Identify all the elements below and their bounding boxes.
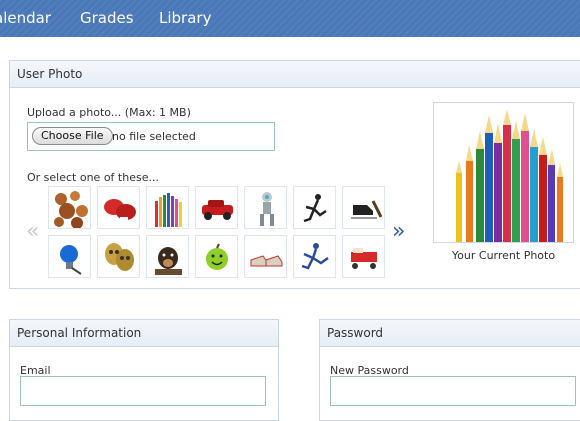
user-photo-header: User Photo (10, 61, 580, 88)
red-car-icon[interactable] (195, 186, 238, 229)
nav-library[interactable]: Library (159, 9, 211, 27)
user-photo-panel: User Photo Upload a photo... (Max: 1 MB)… (9, 60, 580, 289)
password-header: Password (320, 320, 580, 347)
red-cart-icon[interactable] (342, 235, 385, 278)
colored-pencils-icon (434, 103, 573, 242)
nav-calendar[interactable]: alendar (0, 9, 51, 27)
runner-icon[interactable] (293, 186, 336, 229)
current-photo (433, 102, 574, 243)
balls-icon[interactable] (48, 186, 91, 229)
file-input[interactable]: Choose File no file selected (27, 122, 275, 151)
email-field[interactable] (20, 376, 266, 406)
hockey-skate-icon[interactable] (342, 186, 385, 229)
boxing-gloves-icon[interactable] (97, 186, 140, 229)
colored-pencils-icon[interactable] (146, 186, 189, 229)
upload-label: Upload a photo... (Max: 1 MB) (27, 106, 191, 119)
new-password-field[interactable] (330, 376, 576, 406)
no-file-text: no file selected (112, 130, 196, 143)
next-arrow[interactable]: » (392, 221, 405, 243)
personal-info-panel: Personal Information Email (9, 319, 279, 421)
smiley-apple-icon[interactable] (195, 235, 238, 278)
robot-icon[interactable] (244, 186, 287, 229)
personal-info-header: Personal Information (10, 320, 278, 347)
sneakers-icon[interactable] (244, 235, 287, 278)
dog-icon[interactable] (146, 235, 189, 278)
theater-masks-icon[interactable] (97, 235, 140, 278)
choose-file-button[interactable]: Choose File (32, 127, 113, 145)
blue-bulb-icon[interactable] (48, 235, 91, 278)
runner-2-icon[interactable] (293, 235, 336, 278)
current-photo-label: Your Current Photo (451, 249, 556, 262)
prev-arrow[interactable]: « (26, 221, 39, 243)
top-nav: alendar Grades Library (0, 0, 580, 37)
select-label: Or select one of these... (27, 171, 159, 184)
nav-grades[interactable]: Grades (80, 9, 134, 27)
password-panel: Password New Password (319, 319, 580, 421)
photo-gallery (48, 186, 394, 278)
